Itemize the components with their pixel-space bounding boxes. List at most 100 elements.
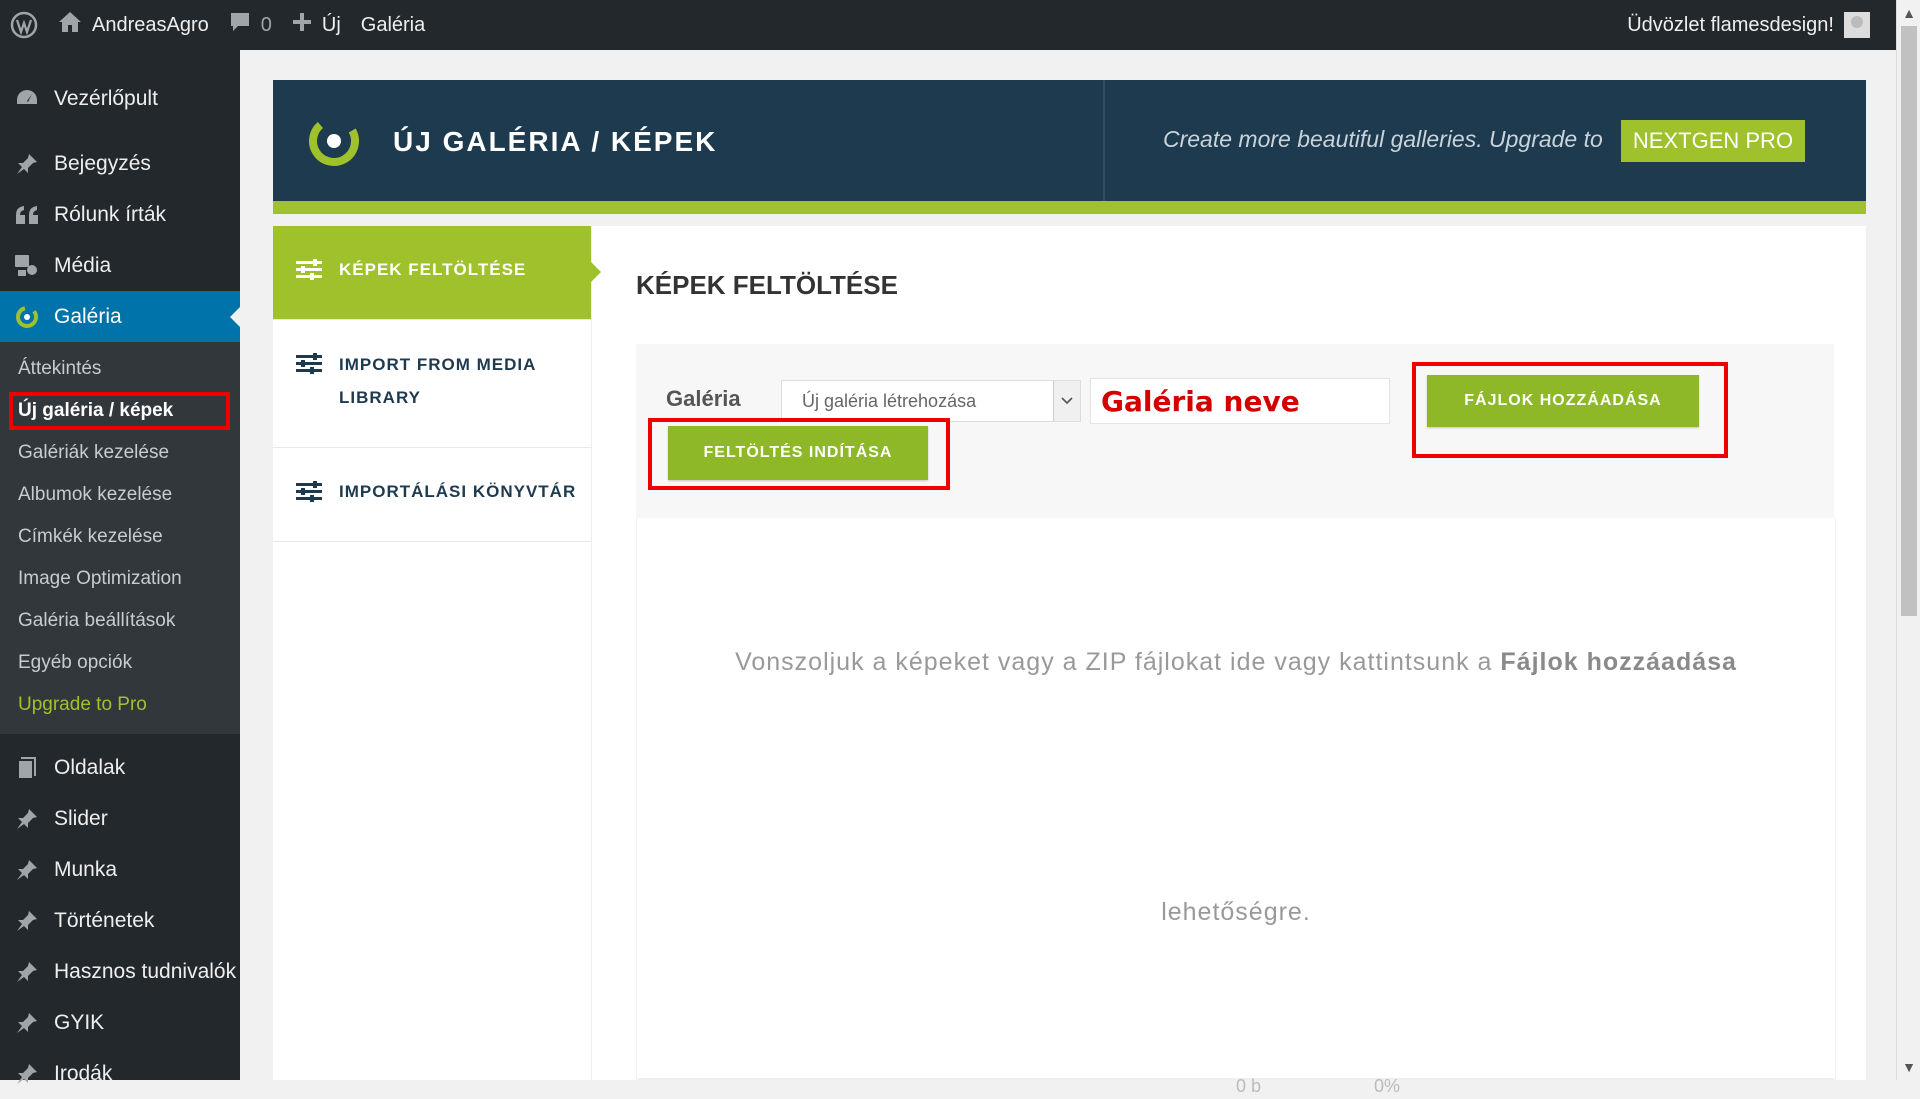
- submenu-manage-tags[interactable]: Címkék kezelése: [0, 516, 240, 558]
- submenu-image-optimization[interactable]: Image Optimization: [0, 558, 240, 600]
- sliders-icon: [295, 353, 339, 375]
- nextgen-icon: [0, 305, 54, 329]
- add-files-button[interactable]: FÁJLOK HOZZÁADÁSA: [1427, 375, 1699, 427]
- submenu-upgrade-pro[interactable]: Upgrade to Pro: [0, 684, 240, 726]
- tab-upload-images[interactable]: KÉPEK FELTÖLTÉSE: [273, 226, 601, 320]
- media-icon: [0, 254, 54, 278]
- comments-link[interactable]: 0: [219, 0, 282, 50]
- pin-icon: [0, 1062, 54, 1086]
- drop-instructions-end: lehetőségre.: [1161, 898, 1311, 926]
- pin-icon: [0, 152, 54, 176]
- upload-size: 0 b: [1236, 1076, 1262, 1096]
- menu-label: Történetek: [54, 908, 155, 932]
- menu-label: GYIK: [54, 1010, 105, 1034]
- menu-item-media[interactable]: Média: [0, 240, 240, 291]
- page-scrollbar[interactable]: ▲ ▼: [1896, 0, 1920, 1080]
- menu-label: Bejegyzés: [54, 151, 151, 175]
- header-accent-bar: [273, 201, 1866, 214]
- submenu-gallery-settings[interactable]: Galéria beállítások: [0, 600, 240, 642]
- submenu-other-options[interactable]: Egyéb opciók: [0, 642, 240, 684]
- wordpress-logo-icon[interactable]: [0, 0, 48, 50]
- menu-item-useful-info[interactable]: Hasznos tudnivalók: [0, 946, 240, 997]
- menu-label: Galéria: [54, 304, 122, 328]
- menu-item-offices[interactable]: Irodák: [0, 1048, 240, 1099]
- drop-text: Vonszoljuk a képeket vagy a ZIP fájlokat…: [735, 648, 1493, 676]
- avatar: [1844, 12, 1870, 38]
- menu-item-work[interactable]: Munka: [0, 844, 240, 895]
- nextgen-logo-icon: [305, 112, 363, 175]
- menu-item-testimonials[interactable]: Rólunk írták: [0, 189, 240, 240]
- my-account-link[interactable]: Üdvözlet flamesdesign!: [1617, 0, 1880, 50]
- new-label: Új: [321, 13, 341, 36]
- start-upload-button[interactable]: FELTÖLTÉS INDÍTÁSA: [668, 426, 928, 480]
- highlight-box: [9, 392, 230, 430]
- tab-label: IMPORTÁLÁSI KÖNYVTÁR: [339, 482, 577, 501]
- admin-sidebar: Vezérlőpult Bejegyzés Rólunk írták Média…: [0, 50, 240, 1085]
- file-drop-zone[interactable]: Vonszoljuk a képeket vagy a ZIP fájlokat…: [636, 518, 1836, 1080]
- menu-label: Rólunk írták: [54, 202, 167, 226]
- scroll-down-arrow-icon[interactable]: ▼: [1902, 1060, 1916, 1074]
- home-icon: [58, 11, 82, 39]
- dashboard-icon: [0, 88, 54, 110]
- menu-item-gallery[interactable]: Galéria: [0, 291, 240, 342]
- new-content-link[interactable]: Új: [282, 0, 351, 50]
- gallery-label: Galéria: [360, 13, 426, 36]
- menu-label: Irodák: [54, 1061, 113, 1085]
- gallery-field-label: Galéria: [666, 386, 741, 411]
- tab-label: KÉPEK FELTÖLTÉSE: [339, 260, 527, 279]
- site-name: AndreasAgro: [92, 13, 209, 36]
- upload-percent: 0%: [1374, 1076, 1401, 1096]
- admin-bar: AndreasAgro 0 Új Galéria Üdvözlet flames…: [0, 0, 1920, 50]
- scroll-up-arrow-icon[interactable]: ▲: [1902, 6, 1916, 20]
- menu-label: Média: [54, 253, 112, 277]
- submenu-manage-galleries[interactable]: Galériák kezelése: [0, 432, 240, 474]
- tab-import-folder[interactable]: IMPORTÁLÁSI KÖNYVTÁR: [273, 448, 591, 542]
- menu-item-slider[interactable]: Slider: [0, 793, 240, 844]
- quote-icon: [0, 205, 54, 225]
- menu-label: Hasznos tudnivalók: [54, 959, 237, 983]
- comment-icon: [229, 11, 251, 39]
- gallery-select-value: Új galéria létrehozása: [802, 390, 977, 411]
- upload-status: 0 b 0%: [1236, 1076, 1636, 1097]
- greeting: Üdvözlet flamesdesign!: [1627, 13, 1834, 36]
- section-title: KÉPEK FELTÖLTÉSE: [636, 270, 898, 300]
- pin-icon: [0, 909, 54, 933]
- pages-icon: [0, 756, 54, 780]
- menu-label: Munka: [54, 857, 118, 881]
- submenu-new-gallery[interactable]: Új galéria / képek: [0, 390, 240, 432]
- tab-import-media-library[interactable]: IMPORT FROM MEDIA LIBRARY: [273, 320, 591, 448]
- menu-item-stories[interactable]: Történetek: [0, 895, 240, 946]
- nextgen-pro-button[interactable]: NEXTGEN PRO: [1621, 120, 1805, 162]
- submenu-overview[interactable]: Áttekintés: [0, 348, 240, 390]
- pin-icon: [0, 858, 54, 882]
- chevron-down-icon[interactable]: [1053, 381, 1080, 421]
- upload-toolbar: Galéria Új galéria létrehozása Galéria n…: [636, 344, 1834, 518]
- menu-label: Oldalak: [54, 755, 126, 779]
- submenu-manage-albums[interactable]: Albumok kezelése: [0, 474, 240, 516]
- menu-item-pages[interactable]: Oldalak: [0, 742, 240, 793]
- pin-icon: [0, 1011, 54, 1035]
- menu-item-faq[interactable]: GYIK: [0, 997, 240, 1048]
- sliders-icon: [295, 481, 339, 503]
- gallery-select[interactable]: Új galéria létrehozása: [781, 380, 1081, 422]
- header-divider: [1103, 80, 1105, 201]
- menu-item-posts[interactable]: Bejegyzés: [0, 138, 240, 189]
- drop-instructions: Vonszoljuk a képeket vagy a ZIP fájlokat…: [637, 648, 1835, 677]
- scroll-thumb[interactable]: [1901, 26, 1917, 616]
- menu-label: Vezérlőpult: [54, 87, 158, 110]
- menu-item-dashboard[interactable]: Vezérlőpult: [0, 70, 240, 128]
- page-title: ÚJ GALÉRIA / KÉPEK: [393, 126, 718, 157]
- drop-text-bold: Fájlok hozzáadása: [1500, 648, 1737, 676]
- upgrade-promo-text: Create more beautiful galleries. Upgrade…: [1163, 126, 1603, 152]
- main-panel: KÉPEK FELTÖLTÉSE IMPORT FROM MEDIA LIBRA…: [273, 226, 1866, 1096]
- gallery-link[interactable]: Galéria: [351, 0, 435, 50]
- comments-count: 0: [260, 13, 272, 36]
- gallery-submenu: Áttekintés Új galéria / képek Galériák k…: [0, 342, 240, 734]
- site-name-link[interactable]: AndreasAgro: [48, 0, 219, 50]
- gallery-name-input[interactable]: Galéria neve: [1090, 378, 1390, 424]
- pin-icon: [0, 960, 54, 984]
- nextgen-header: ÚJ GALÉRIA / KÉPEK Create more beautiful…: [273, 80, 1866, 214]
- sliders-icon: [295, 259, 339, 281]
- tab-list: KÉPEK FELTÖLTÉSE IMPORT FROM MEDIA LIBRA…: [273, 226, 601, 1080]
- pin-icon: [0, 807, 54, 831]
